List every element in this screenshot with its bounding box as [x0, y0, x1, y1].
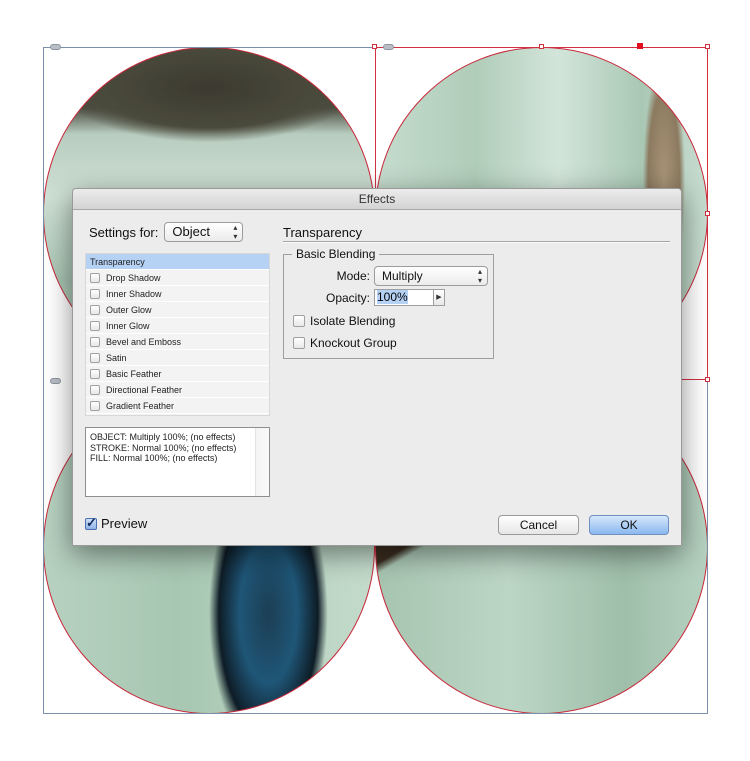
link-icon[interactable]: [50, 44, 61, 50]
gradient-feather-checkbox[interactable]: [90, 400, 100, 411]
settings-for-row: Settings for: Object ▴ ▾: [89, 222, 244, 242]
drop-shadow-checkbox[interactable]: [90, 272, 100, 283]
updown-arrows-icon: ▴ ▾: [233, 223, 238, 241]
knockout-group-label: Knockout Group: [310, 336, 397, 350]
settings-for-value: Object: [172, 224, 210, 239]
selection-handle-bottom-right[interactable]: [705, 377, 710, 382]
effects-item-label: Inner Shadow: [106, 288, 162, 299]
opacity-slider-button[interactable]: ▶: [434, 289, 445, 306]
effects-item-bevel-and-emboss[interactable]: Bevel and Emboss: [86, 334, 269, 350]
mode-row: Mode: Multiply ▴ ▾: [284, 266, 493, 286]
selection-handle-top-center[interactable]: [539, 44, 544, 49]
inner-glow-checkbox[interactable]: [90, 320, 100, 331]
effects-item-basic-feather[interactable]: Basic Feather: [86, 366, 269, 382]
effects-item-label: Satin: [106, 352, 127, 363]
effects-summary-box: OBJECT: Multiply 100%; (no effects) STRO…: [85, 427, 270, 497]
effects-item-label: Drop Shadow: [106, 272, 161, 283]
effects-item-label: Inner Glow: [106, 320, 150, 331]
settings-for-select[interactable]: Object ▴ ▾: [164, 222, 244, 242]
basic-blending-group: Basic Blending Mode: Multiply ▴ ▾ Opacity…: [283, 247, 494, 359]
effects-list: Transparency Drop Shadow Inner Shadow Ou…: [85, 253, 270, 416]
ok-button[interactable]: OK: [589, 515, 669, 535]
effects-item-label: Outer Glow: [106, 304, 152, 315]
summary-line-object: OBJECT: Multiply 100%; (no effects): [90, 432, 236, 442]
effects-item-inner-shadow[interactable]: Inner Shadow: [86, 286, 269, 302]
effects-item-label: Gradient Feather: [106, 400, 175, 411]
effects-item-label: Transparency: [90, 256, 145, 267]
triangle-right-icon: ▶: [436, 294, 442, 301]
knockout-group-toggle[interactable]: Knockout Group: [293, 336, 397, 350]
selection-handle-top-left[interactable]: [372, 44, 377, 49]
opacity-label: Opacity:: [325, 290, 370, 305]
selection-handle-middle-right[interactable]: [705, 211, 710, 216]
link-icon[interactable]: [50, 378, 61, 384]
effects-item-inner-glow[interactable]: Inner Glow: [86, 318, 269, 334]
effects-dialog: Effects Settings for: Object ▴ ▾ Transpar…: [72, 188, 682, 546]
directional-feather-checkbox[interactable]: [90, 384, 100, 395]
summary-scrollbar[interactable]: [255, 428, 269, 496]
satin-checkbox[interactable]: [90, 352, 100, 363]
effects-item-drop-shadow[interactable]: Drop Shadow: [86, 270, 269, 286]
summary-line-fill: FILL: Normal 100%; (no effects): [90, 453, 218, 463]
dialog-title-bar[interactable]: Effects: [73, 189, 681, 210]
preview-label: Preview: [101, 516, 148, 531]
cancel-button[interactable]: Cancel: [498, 515, 579, 535]
effects-item-satin[interactable]: Satin: [86, 350, 269, 366]
inner-shadow-checkbox[interactable]: [90, 288, 100, 299]
mode-label: Mode:: [336, 269, 370, 283]
isolate-blending-toggle[interactable]: Isolate Blending: [293, 314, 395, 328]
isolate-blending-checkbox[interactable]: [293, 315, 305, 327]
selection-handle-top-right[interactable]: [705, 44, 710, 49]
basic-blending-title: Basic Blending: [292, 247, 380, 261]
summary-line-stroke: STROKE: Normal 100%; (no effects): [90, 442, 237, 453]
blend-mode-select[interactable]: Multiply ▴ ▾: [374, 266, 488, 286]
reference-point-handle[interactable]: [637, 43, 643, 49]
knockout-group-checkbox[interactable]: [293, 337, 305, 349]
effects-item-label: Basic Feather: [106, 368, 162, 379]
basic-feather-checkbox[interactable]: [90, 368, 100, 379]
effects-item-outer-glow[interactable]: Outer Glow: [86, 302, 269, 318]
effects-item-transparency[interactable]: Transparency: [86, 254, 269, 270]
settings-for-label: Settings for:: [89, 224, 159, 240]
opacity-row: Opacity: 100% ▶: [284, 289, 493, 306]
opacity-value: 100%: [377, 290, 408, 304]
effects-item-directional-feather[interactable]: Directional Feather: [86, 382, 269, 398]
outer-glow-checkbox[interactable]: [90, 304, 100, 315]
link-icon[interactable]: [383, 44, 394, 50]
preview-checkbox[interactable]: [85, 515, 97, 531]
bevel-and-emboss-checkbox[interactable]: [90, 336, 100, 347]
blend-mode-value: Multiply: [382, 269, 423, 283]
section-divider: [283, 241, 670, 243]
effects-item-label: Directional Feather: [106, 384, 183, 395]
effects-item-label: Bevel and Emboss: [106, 336, 182, 347]
dialog-title: Effects: [358, 192, 396, 206]
isolate-blending-label: Isolate Blending: [310, 314, 396, 328]
preview-toggle[interactable]: Preview: [85, 515, 148, 531]
effects-item-gradient-feather[interactable]: Gradient Feather: [86, 398, 269, 414]
opacity-input[interactable]: 100%: [374, 289, 434, 306]
updown-arrows-icon: ▴ ▾: [477, 267, 482, 285]
section-title: Transparency: [283, 225, 362, 240]
